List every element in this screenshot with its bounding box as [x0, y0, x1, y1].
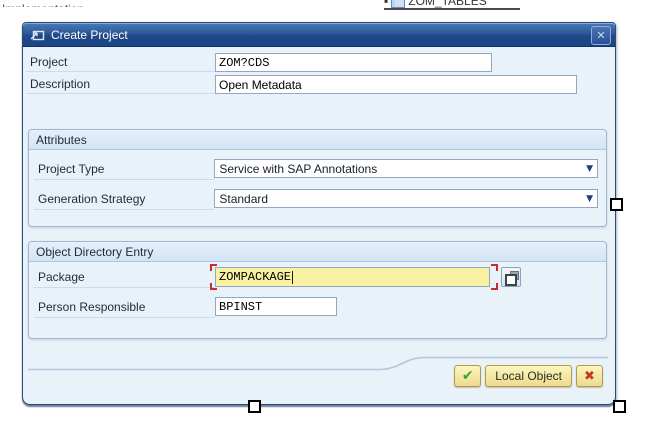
- local-object-button[interactable]: Local Object: [485, 365, 572, 387]
- project-type-label: Project Type: [34, 158, 214, 180]
- close-button[interactable]: ✕: [591, 26, 611, 45]
- description-row: Description Open Metadata: [26, 74, 612, 94]
- project-type-value: Service with SAP Annotations: [219, 162, 377, 176]
- selection-bracket-icon: [491, 264, 498, 271]
- create-project-dialog: Create Project ✕ Project ZOM?CDS Descrip…: [22, 22, 616, 405]
- generation-strategy-dropdown[interactable]: Standard ▼: [214, 189, 598, 208]
- package-input[interactable]: ZOMPACKAGE: [215, 267, 490, 287]
- package-row: Package ZOMPACKAGE: [34, 266, 598, 288]
- selection-bracket-icon: [491, 283, 498, 290]
- project-row: Project ZOM?CDS: [26, 52, 612, 72]
- object-directory-group-title: Object Directory Entry: [29, 242, 606, 262]
- background-tree-item-zom-tables: ▪ ZOM_TABLES: [384, 0, 520, 10]
- description-label: Description: [26, 74, 215, 94]
- attributes-group-title: Attributes: [29, 130, 606, 150]
- close-icon: ✕: [596, 30, 605, 41]
- green-check-icon: ✔: [462, 369, 474, 383]
- chevron-down-icon: ▼: [586, 164, 593, 174]
- selection-bracket-icon: [210, 283, 217, 290]
- dialog-title: Create Project: [51, 28, 128, 42]
- overlapping-squares-icon: [505, 274, 517, 286]
- package-value: ZOMPACKAGE: [219, 270, 291, 284]
- cancel-button[interactable]: ✖: [576, 365, 603, 387]
- resize-handle-right[interactable]: [610, 198, 623, 211]
- generation-strategy-value: Standard: [219, 192, 268, 206]
- selection-bracket-icon: [210, 264, 217, 271]
- footer-buttons: ✔ Local Object ✖: [454, 365, 603, 387]
- project-label: Project: [26, 52, 215, 72]
- generation-strategy-label: Generation Strategy: [34, 188, 214, 210]
- project-input[interactable]: ZOM?CDS: [215, 53, 492, 72]
- person-responsible-label: Person Responsible: [34, 296, 215, 318]
- text-caret: [292, 271, 293, 284]
- background-tree-item-implementation: Implementation: [2, 0, 92, 7]
- person-responsible-input[interactable]: BPINST: [215, 297, 337, 316]
- table-icon: [391, 0, 405, 8]
- person-responsible-row: Person Responsible BPINST: [34, 296, 598, 318]
- red-x-icon: ✖: [584, 370, 595, 383]
- project-type-row: Project Type Service with SAP Annotation…: [34, 158, 598, 180]
- project-type-dropdown[interactable]: Service with SAP Annotations ▼: [214, 159, 598, 178]
- background-text: ZOM_TABLES: [408, 0, 486, 8]
- person-responsible-value: BPINST: [219, 300, 262, 314]
- tree-bullet: ▪: [384, 0, 388, 8]
- project-value: ZOM?CDS: [219, 56, 269, 70]
- description-value: Open Metadata: [219, 78, 302, 92]
- description-input[interactable]: Open Metadata: [215, 75, 577, 94]
- package-label: Package: [34, 266, 215, 288]
- attributes-group: Attributes Project Type Service with SAP…: [28, 129, 607, 227]
- confirm-button[interactable]: ✔: [454, 365, 481, 387]
- dialog-titlebar[interactable]: Create Project ✕: [23, 23, 615, 47]
- main-fields: Project ZOM?CDS Description Open Metadat…: [26, 52, 612, 96]
- local-object-label: Local Object: [495, 369, 562, 383]
- f4-value-help-button[interactable]: [501, 267, 521, 287]
- chevron-down-icon: ▼: [586, 194, 593, 204]
- background-text: Implementation: [2, 2, 84, 7]
- resize-handle-bottom[interactable]: [248, 400, 261, 413]
- dialog-window-icon: [30, 29, 45, 41]
- generation-strategy-row: Generation Strategy Standard ▼: [34, 188, 598, 210]
- object-directory-group: Object Directory Entry Package ZOMPACKAG…: [28, 241, 607, 339]
- resize-handle-corner[interactable]: [613, 400, 626, 413]
